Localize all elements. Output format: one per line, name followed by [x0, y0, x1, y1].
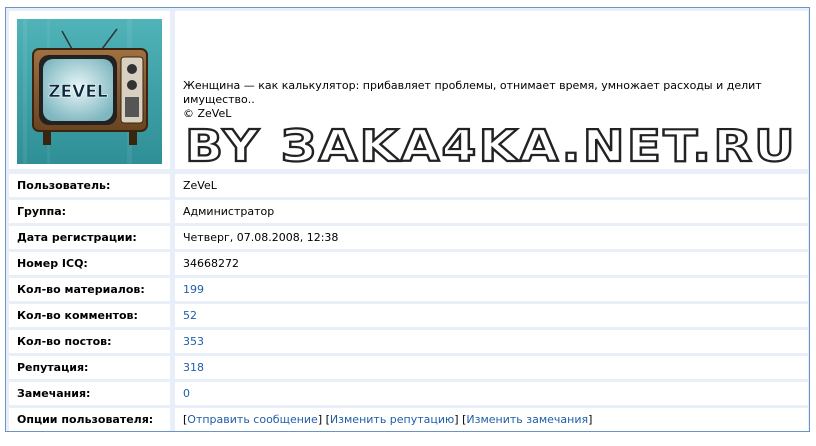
row-icq: Номер ICQ: 34668272	[9, 252, 808, 275]
row-reputation: Репутация: 318	[9, 356, 808, 379]
bracket: ] [	[454, 413, 467, 426]
quote-text: Женщина — как калькулятор: прибавляет пр…	[183, 79, 762, 106]
bracket: ] [	[317, 413, 330, 426]
row-warnings: Замечания: 0	[9, 382, 808, 405]
row-value: ZeVeL	[175, 174, 808, 197]
row-value: 318	[175, 356, 808, 379]
row-label: Репутация:	[9, 356, 170, 379]
row-value: Четверг, 07.08.2008, 12:38	[175, 226, 808, 249]
row-value: 0	[175, 382, 808, 405]
row-posts: Кол-во постов: 353	[9, 330, 808, 353]
posts-link[interactable]: 353	[183, 335, 204, 348]
signature-cell: Женщина — как калькулятор: прибавляет пр…	[175, 11, 808, 169]
signature-quote: Женщина — как калькулятор: прибавляет пр…	[183, 79, 795, 121]
row-label: Кол-во материалов:	[9, 278, 170, 301]
row-label: Номер ICQ:	[9, 252, 170, 275]
row-value: 199	[175, 278, 808, 301]
row-label: Опции пользователя:	[9, 408, 170, 431]
row-value: 34668272	[175, 252, 808, 275]
bracket: ]	[588, 413, 593, 426]
user-profile-table: ZEVEL Женщина — как калькулятор: прибавл…	[5, 7, 810, 432]
row-group: Группа: Администратор	[9, 200, 808, 223]
warnings-link[interactable]: 0	[183, 387, 190, 400]
signature-banner: BY ЗAKA4KA.NET.RU	[184, 120, 797, 169]
row-user-options: Опции пользователя: [Отправить сообщение…	[9, 408, 808, 431]
send-message-link[interactable]: Отправить сообщение	[187, 413, 318, 426]
avatar: ZEVEL	[17, 19, 162, 164]
row-materials: Кол-во материалов: 199	[9, 278, 808, 301]
change-reputation-link[interactable]: Изменить репутацию	[330, 413, 454, 426]
change-warnings-link[interactable]: Изменить замечания	[466, 413, 588, 426]
row-value: [Отправить сообщение] [Изменить репутаци…	[175, 408, 808, 431]
row-value: Администратор	[175, 200, 808, 223]
reputation-link[interactable]: 318	[183, 361, 204, 374]
row-label: Замечания:	[9, 382, 170, 405]
row-username: Пользователь: ZeVeL	[9, 174, 808, 197]
avatar-cell: ZEVEL	[9, 11, 170, 169]
svg-text:BY ЗAKA4KA.NET.RU: BY ЗAKA4KA.NET.RU	[185, 121, 797, 169]
row-comments: Кол-во комментов: 52	[9, 304, 808, 327]
svg-text:ZEVEL: ZEVEL	[48, 82, 108, 102]
row-label: Кол-во комментов:	[9, 304, 170, 327]
comments-link[interactable]: 52	[183, 309, 197, 322]
row-label: Пользователь:	[9, 174, 170, 197]
row-value: 353	[175, 330, 808, 353]
row-label: Группа:	[9, 200, 170, 223]
row-label: Дата регистрации:	[9, 226, 170, 249]
row-value: 52	[175, 304, 808, 327]
row-label: Кол-во постов:	[9, 330, 170, 353]
row-registration-date: Дата регистрации: Четверг, 07.08.2008, 1…	[9, 226, 808, 249]
materials-link[interactable]: 199	[183, 283, 204, 296]
